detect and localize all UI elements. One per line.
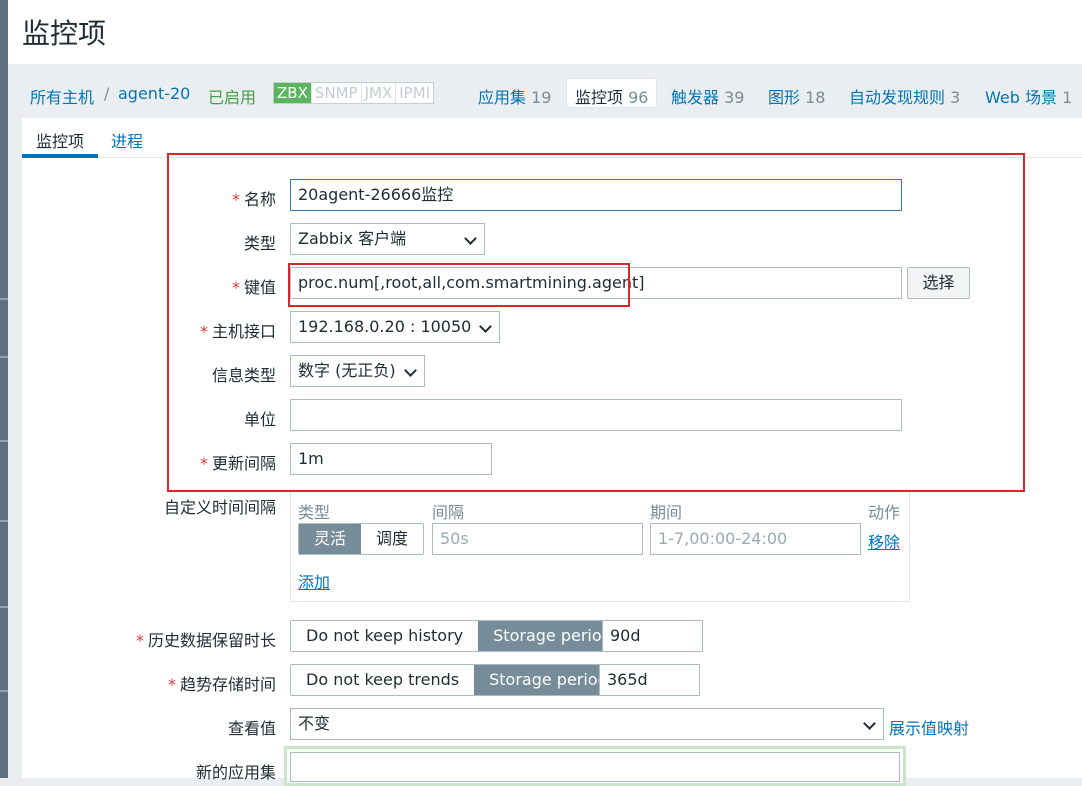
snmp-badge: SNMP (312, 83, 362, 103)
all-hosts-link[interactable]: 所有主机 (30, 84, 94, 108)
chevron-down-icon (863, 717, 876, 730)
scheduling-option[interactable]: 调度 (361, 524, 424, 554)
col-action-header: 动作 (868, 503, 901, 522)
trends-period-field[interactable]: 365d (599, 664, 700, 696)
annotation-box-form (167, 153, 1025, 492)
custom-intervals-label: 自定义时间间隔 (163, 498, 276, 517)
host-navigation: 所有主机 / agent-20 已启用 ZBX SNMP JMX IPMI 应用… (8, 70, 1082, 116)
custom-intervals-box: 类型 间隔 期间 动作 灵活 调度 50s 1-7,00:00-24:00 移除… (290, 490, 910, 602)
trends-no-keep-option[interactable]: Do not keep trends (291, 665, 475, 695)
trends-mode-toggle: Do not keep trends Storage period (290, 664, 624, 696)
history-label: * 历史数据保留时长 (135, 631, 276, 650)
nav-items[interactable]: 监控项 96 (566, 78, 658, 108)
remove-interval-link[interactable]: 移除 (868, 529, 900, 553)
form-tabs: 监控项 进程 (22, 118, 1082, 158)
show-value-mappings-link[interactable]: 展示值映射 (889, 715, 969, 739)
nav-discovery-rules[interactable]: 自动发现规则 3 (849, 84, 960, 108)
interval-type-toggle: 灵活 调度 (298, 523, 425, 555)
custom-interval-input[interactable]: 50s (432, 523, 643, 555)
nav-triggers[interactable]: 触发器 39 (671, 84, 744, 108)
col-interval-header: 间隔 (432, 503, 465, 522)
col-period-header: 期间 (650, 503, 683, 522)
valuemap-label: 查看值 (227, 719, 276, 738)
custom-period-input[interactable]: 1-7,00:00-24:00 (650, 523, 861, 555)
new-application-label: 新的应用集 (195, 763, 276, 782)
page-title: 监控项 (22, 17, 107, 50)
ipmi-badge: IPMI (399, 84, 431, 102)
tab-process[interactable]: 进程 (111, 128, 143, 152)
trends-label: * 趋势存储时间 (167, 675, 276, 694)
left-sidebar-strip (0, 0, 8, 778)
history-period-field[interactable]: 90d (602, 620, 703, 652)
history-no-keep-option[interactable]: Do not keep history (291, 621, 479, 651)
availability-badges: ZBX SNMP JMX IPMI (273, 82, 435, 104)
tab-item[interactable]: 监控项 (36, 128, 84, 152)
annotation-box-key (288, 263, 630, 307)
breadcrumb-separator: / (104, 84, 110, 103)
new-application-field-wrapper (284, 746, 906, 786)
add-interval-link[interactable]: 添加 (298, 569, 330, 593)
history-mode-toggle: Do not keep history Storage period (290, 620, 628, 652)
jmx-badge: JMX (362, 83, 397, 103)
host-link[interactable]: agent-20 (118, 84, 190, 103)
host-status[interactable]: 已启用 (208, 84, 256, 108)
flexible-option[interactable]: 灵活 (299, 524, 362, 554)
nav-applications[interactable]: 应用集 19 (478, 84, 551, 108)
page-header: 监控项 (8, 0, 1082, 64)
valuemap-select[interactable]: 不变 (290, 708, 884, 740)
col-type-header: 类型 (298, 503, 331, 522)
nav-graphs[interactable]: 图形 18 (768, 84, 825, 108)
nav-web-scenarios[interactable]: Web 场景 1 (985, 84, 1072, 108)
zbx-badge: ZBX (274, 83, 312, 103)
active-tab-indicator (22, 154, 98, 158)
